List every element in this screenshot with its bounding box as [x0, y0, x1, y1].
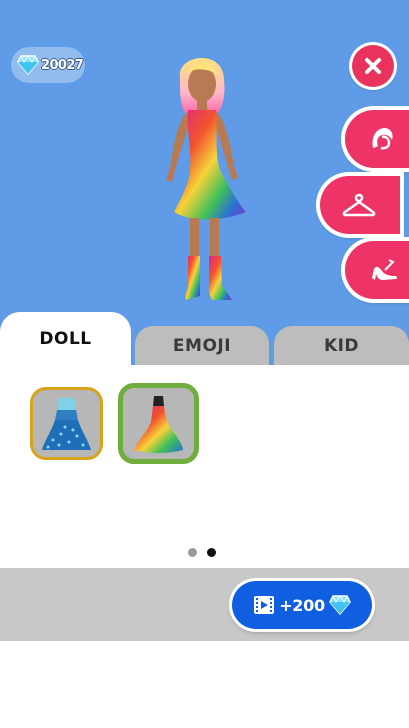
watch-ad-reward-button[interactable]: +200	[232, 581, 372, 629]
tie-dye-dress-icon	[134, 396, 183, 453]
hair-icon	[372, 128, 393, 150]
tab-kid[interactable]: KID	[274, 326, 409, 366]
hanger-icon	[342, 193, 376, 217]
high-heel-icon	[372, 259, 398, 280]
close-button[interactable]	[352, 45, 394, 87]
item-tie-dye-dress[interactable]	[118, 383, 199, 464]
side-tab-outfit[interactable]	[320, 176, 400, 234]
bottom-bar: +200	[0, 568, 409, 641]
reward-amount: +200	[279, 595, 325, 615]
blue-sequin-dress-icon	[42, 398, 91, 450]
tab-emoji[interactable]: EMOJI	[135, 326, 269, 366]
gem-counter: 20027	[11, 47, 85, 83]
diamond-icon	[17, 55, 39, 75]
category-tabs: DOLL EMOJI KID	[0, 311, 409, 366]
doll-character	[166, 57, 246, 300]
diamond-icon	[328, 595, 351, 615]
page-dot[interactable]	[188, 548, 197, 557]
page-indicator	[188, 548, 216, 557]
gem-count: 20027	[41, 57, 84, 73]
video-ad-icon	[254, 596, 275, 614]
side-tab-shoes[interactable]	[345, 241, 409, 299]
page-dot-active[interactable]	[207, 548, 216, 557]
close-icon	[365, 58, 381, 74]
item-panel	[0, 365, 409, 568]
tab-doll[interactable]: DOLL	[0, 312, 131, 366]
item-blue-sequin-dress[interactable]	[30, 387, 103, 460]
side-tab-hair[interactable]	[345, 110, 409, 168]
